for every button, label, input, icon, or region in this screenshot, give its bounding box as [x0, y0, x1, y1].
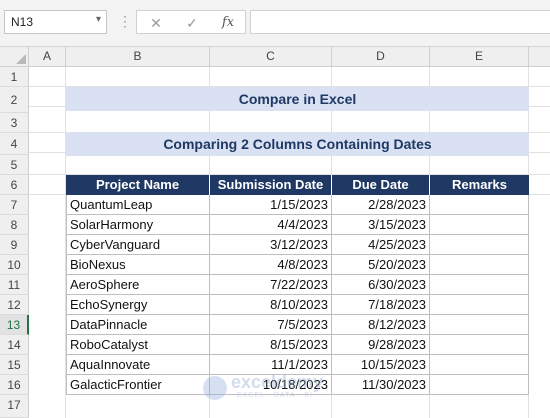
row-header-12[interactable]: 12	[0, 295, 29, 315]
due-date-cell[interactable]: 11/30/2023	[332, 375, 430, 395]
due-date-cell[interactable]: 7/18/2023	[332, 295, 430, 315]
remarks-cell[interactable]	[430, 275, 529, 295]
project-name-cell[interactable]: DataPinnacle	[66, 315, 210, 335]
row-header-10[interactable]: 10	[0, 255, 29, 275]
remarks-cell[interactable]	[430, 215, 529, 235]
due-date-cell[interactable]: 10/15/2023	[332, 355, 430, 375]
table-row: QuantumLeap 1/15/2023 2/28/2023	[66, 195, 529, 215]
close-icon[interactable]: ✕	[145, 14, 167, 32]
dates-table: Project Name Submission Date Due Date Re…	[66, 175, 529, 395]
column-header-d[interactable]: D	[332, 47, 430, 67]
due-date-cell[interactable]: 2/28/2023	[332, 195, 430, 215]
submission-date-cell[interactable]: 1/15/2023	[210, 195, 332, 215]
function-icon[interactable]: fx	[217, 14, 239, 32]
row-header-16[interactable]: 16	[0, 375, 29, 395]
column-header-b[interactable]: B	[66, 47, 210, 67]
submission-date-cell[interactable]: 4/8/2023	[210, 255, 332, 275]
project-name-cell[interactable]: AquaInnovate	[66, 355, 210, 375]
formula-buttons: ✕ ✓ fx	[136, 10, 246, 34]
header-submission-date[interactable]: Submission Date	[210, 175, 332, 195]
table-row: SolarHarmony 4/4/2023 3/15/2023	[66, 215, 529, 235]
remarks-cell[interactable]	[430, 235, 529, 255]
row-header-14[interactable]: 14	[0, 335, 29, 355]
project-name-cell[interactable]: SolarHarmony	[66, 215, 210, 235]
remarks-cell[interactable]	[430, 195, 529, 215]
project-name-cell[interactable]: CyberVanguard	[66, 235, 210, 255]
table-row: EchoSynergy 8/10/2023 7/18/2023	[66, 295, 529, 315]
submission-date-cell[interactable]: 7/22/2023	[210, 275, 332, 295]
submission-date-cell[interactable]: 8/10/2023	[210, 295, 332, 315]
project-name-cell[interactable]: BioNexus	[66, 255, 210, 275]
remarks-cell[interactable]	[430, 355, 529, 375]
row-header-9[interactable]: 9	[0, 235, 29, 255]
select-all-button[interactable]	[0, 47, 29, 67]
column-header-a[interactable]: A	[29, 47, 66, 67]
row-header-3[interactable]: 3	[0, 113, 29, 133]
due-date-cell[interactable]: 4/25/2023	[332, 235, 430, 255]
header-due-date[interactable]: Due Date	[332, 175, 430, 195]
table-row: AeroSphere 7/22/2023 6/30/2023	[66, 275, 529, 295]
project-name-cell[interactable]: QuantumLeap	[66, 195, 210, 215]
table-row: CyberVanguard 3/12/2023 4/25/2023	[66, 235, 529, 255]
remarks-cell[interactable]	[430, 335, 529, 355]
due-date-cell[interactable]: 9/28/2023	[332, 335, 430, 355]
row-header-2[interactable]: 2	[0, 87, 29, 113]
table-header-row: Project Name Submission Date Due Date Re…	[66, 175, 529, 195]
remarks-cell[interactable]	[430, 295, 529, 315]
page-subtitle: Comparing 2 Columns Containing Dates	[66, 132, 529, 156]
table-body: QuantumLeap 1/15/2023 2/28/2023 SolarHarmon…	[66, 195, 529, 395]
submission-date-cell[interactable]: 3/12/2023	[210, 235, 332, 255]
due-date-cell[interactable]: 8/12/2023	[332, 315, 430, 335]
row-header-13[interactable]: 13	[0, 315, 29, 335]
select-all-icon	[16, 54, 26, 64]
header-project-name[interactable]: Project Name	[66, 175, 210, 195]
row-header-11[interactable]: 11	[0, 275, 29, 295]
submission-date-cell[interactable]: 4/4/2023	[210, 215, 332, 235]
row-header-1[interactable]: 1	[0, 67, 29, 87]
project-name-cell[interactable]: GalacticFrontier	[66, 375, 210, 395]
watermark-tagline: EXCEL · DATA · BI	[237, 392, 313, 399]
due-date-cell[interactable]: 3/15/2023	[332, 215, 430, 235]
page-title: Compare in Excel	[66, 87, 529, 111]
row-header-5[interactable]: 5	[0, 155, 29, 175]
table-row: RoboCatalyst 8/15/2023 9/28/2023	[66, 335, 529, 355]
row-header-7[interactable]: 7	[0, 195, 29, 215]
submission-date-cell[interactable]: 7/5/2023	[210, 315, 332, 335]
row-header-4[interactable]: 4	[0, 133, 29, 155]
remarks-cell[interactable]	[430, 255, 529, 275]
project-name-cell[interactable]: RoboCatalyst	[66, 335, 210, 355]
table-row: DataPinnacle 7/5/2023 8/12/2023	[66, 315, 529, 335]
watermark-name: exceldemy	[231, 372, 324, 392]
header-remarks[interactable]: Remarks	[430, 175, 529, 195]
row-header-17[interactable]: 17	[0, 395, 29, 418]
chevron-down-icon[interactable]: ▾	[96, 14, 101, 25]
name-box-value: N13	[11, 15, 34, 29]
row-header-6[interactable]: 6	[0, 175, 29, 195]
submission-date-cell[interactable]: 8/15/2023	[210, 335, 332, 355]
remarks-cell[interactable]	[430, 315, 529, 335]
column-header-overflow	[529, 47, 550, 67]
exceldemy-logo-icon	[203, 376, 227, 400]
project-name-cell[interactable]: EchoSynergy	[66, 295, 210, 315]
formula-bar: N13 ▾ ⋮ ✕ ✓ fx	[0, 0, 550, 47]
name-box[interactable]: N13 ▾	[4, 10, 107, 34]
remarks-cell[interactable]	[430, 375, 529, 395]
due-date-cell[interactable]: 6/30/2023	[332, 275, 430, 295]
row-header-15[interactable]: 15	[0, 355, 29, 375]
formula-input[interactable]	[250, 10, 550, 34]
grip-icon: ⋮	[118, 13, 132, 29]
table-row: BioNexus 4/8/2023 5/20/2023	[66, 255, 529, 275]
check-icon[interactable]: ✓	[181, 14, 203, 32]
due-date-cell[interactable]: 5/20/2023	[332, 255, 430, 275]
project-name-cell[interactable]: AeroSphere	[66, 275, 210, 295]
column-header-c[interactable]: C	[210, 47, 332, 67]
row-header-8[interactable]: 8	[0, 215, 29, 235]
column-header-e[interactable]: E	[430, 47, 529, 67]
watermark: exceldemy EXCEL · DATA · BI	[203, 372, 343, 404]
